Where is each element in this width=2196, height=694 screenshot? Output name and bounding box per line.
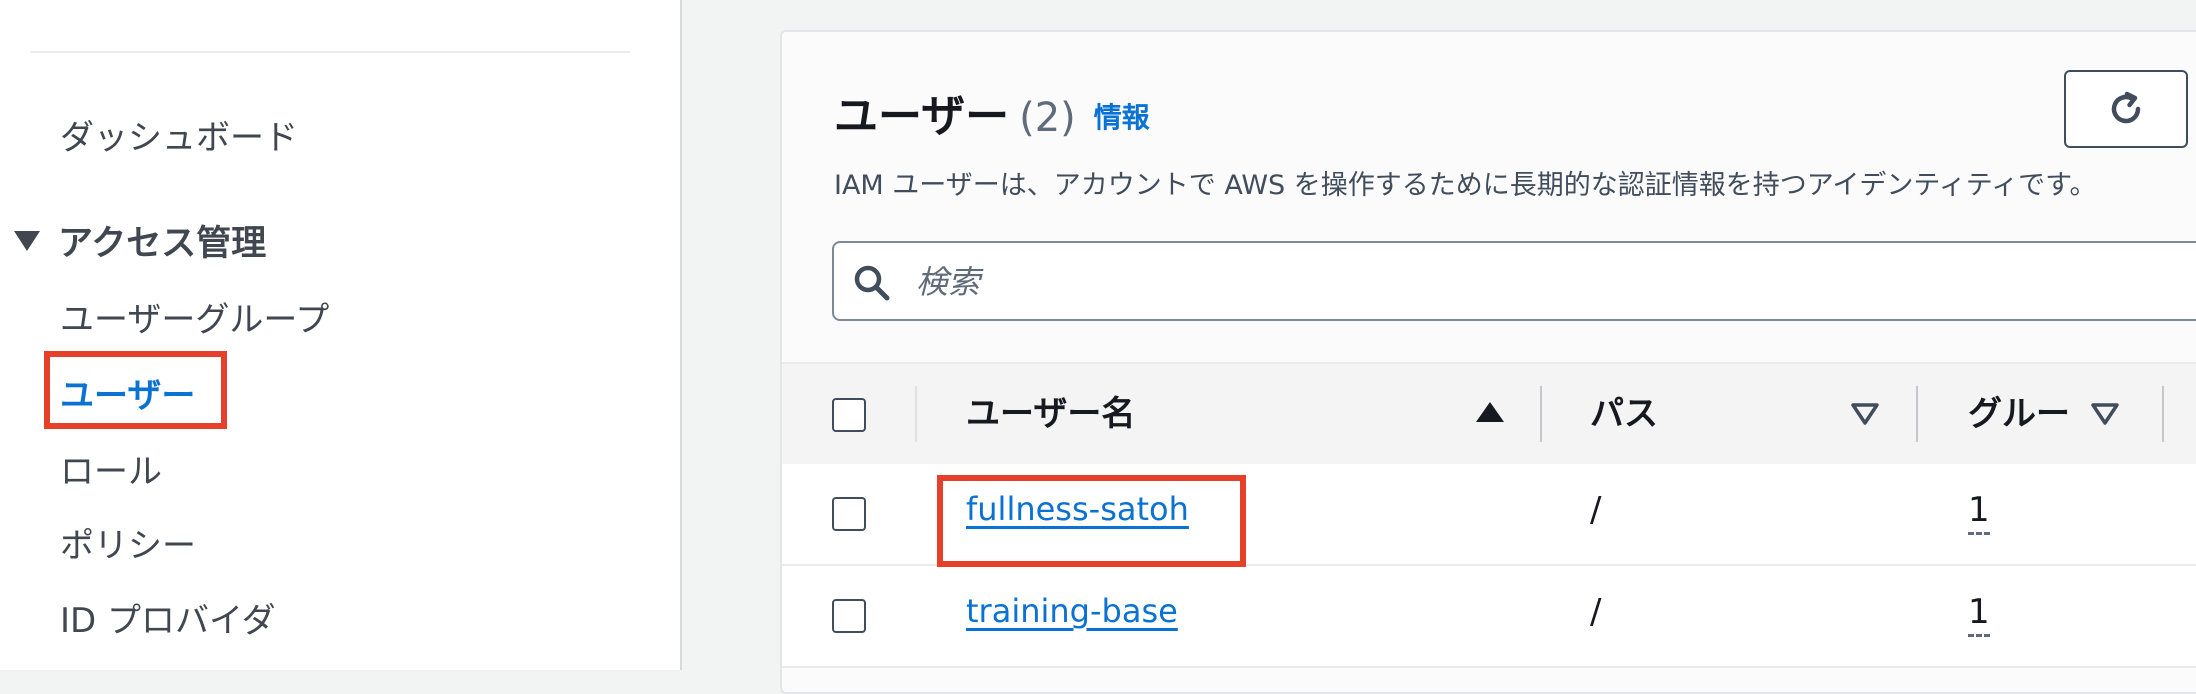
sort-ascending-icon[interactable] <box>1476 402 1504 422</box>
sort-toggle-icon[interactable] <box>2090 402 2120 426</box>
column-divider <box>915 386 917 442</box>
highlight-box-users-nav <box>44 351 227 429</box>
sidebar-nav: ダッシュボード アクセス管理 ユーザーグループ ユーザー ロール ポリシー ID… <box>0 0 682 670</box>
highlight-box-user-link <box>937 475 1246 567</box>
row-checkbox[interactable] <box>832 497 866 531</box>
users-panel: ユーザー (2) 情報 IAM ユーザーは、アカウントで AWS を操作するために長… <box>780 30 2196 694</box>
caret-down-icon <box>14 231 40 251</box>
table-header: ユーザー名 パス グループ <box>782 362 2196 466</box>
sidebar-item-dashboard[interactable]: ダッシュボード <box>60 118 298 158</box>
search-icon <box>854 265 890 301</box>
refresh-icon <box>2111 91 2141 124</box>
user-name-link[interactable]: training-base <box>966 592 1178 630</box>
sidebar-item-policies[interactable]: ポリシー <box>60 526 196 566</box>
column-header-username[interactable]: ユーザー名 <box>966 392 1135 436</box>
sidebar-item-roles[interactable]: ロール <box>60 452 162 492</box>
column-divider[interactable] <box>1540 386 1542 442</box>
user-group-count[interactable]: 1 <box>1968 592 1990 637</box>
user-count: (2) <box>1019 95 1076 141</box>
column-divider[interactable] <box>2162 386 2164 442</box>
sort-toggle-icon[interactable] <box>1850 402 1880 426</box>
search-input[interactable] <box>914 257 1918 307</box>
page-title: ユーザー (2) 情報 <box>834 80 1150 144</box>
table-row: training-base / 1 <box>782 566 2196 668</box>
sidebar-section-label: アクセス管理 <box>58 224 267 264</box>
sidebar-divider <box>30 51 630 53</box>
search-box <box>832 241 2196 321</box>
user-path: / <box>1590 490 1602 530</box>
sidebar-item-user-groups[interactable]: ユーザーグループ <box>60 300 329 340</box>
refresh-button[interactable] <box>2064 70 2188 148</box>
user-path: / <box>1590 592 1602 632</box>
select-all-checkbox[interactable] <box>832 398 866 432</box>
page-description: IAM ユーザーは、アカウントで AWS を操作するために長期的な認証情報を持つ… <box>834 170 2097 201</box>
column-header-path[interactable]: パス <box>1590 392 1658 436</box>
info-link[interactable]: 情報 <box>1094 101 1150 134</box>
user-group-count[interactable]: 1 <box>1968 490 1990 535</box>
column-header-groups[interactable]: グループ <box>1968 392 2070 436</box>
sidebar-section-access-management[interactable]: アクセス管理 <box>14 224 266 264</box>
page-title-text: ユーザー <box>834 91 1010 142</box>
sidebar-item-identity-providers[interactable]: ID プロバイダ <box>60 601 276 641</box>
row-checkbox[interactable] <box>832 599 866 633</box>
column-divider[interactable] <box>1916 386 1918 442</box>
